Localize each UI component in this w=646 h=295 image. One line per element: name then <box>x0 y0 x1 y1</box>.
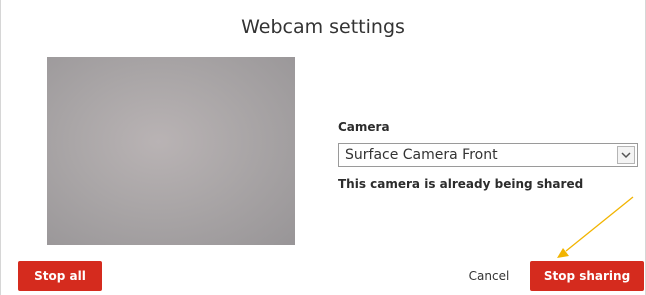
webcam-preview <box>47 57 295 245</box>
camera-select-value: Surface Camera Front <box>345 147 498 163</box>
camera-label: Camera <box>338 120 390 134</box>
stop-all-button[interactable]: Stop all <box>18 261 102 291</box>
chevron-down-icon[interactable] <box>617 146 635 164</box>
camera-status-text: This camera is already being shared <box>338 177 584 191</box>
dialog-title: Webcam settings <box>241 16 405 38</box>
cancel-button[interactable]: Cancel <box>463 261 515 291</box>
camera-select[interactable]: Surface Camera Front <box>338 143 638 167</box>
stop-sharing-button[interactable]: Stop sharing <box>530 261 644 291</box>
webcam-settings-dialog: Webcam settings Camera Surface Camera Fr… <box>0 0 646 295</box>
